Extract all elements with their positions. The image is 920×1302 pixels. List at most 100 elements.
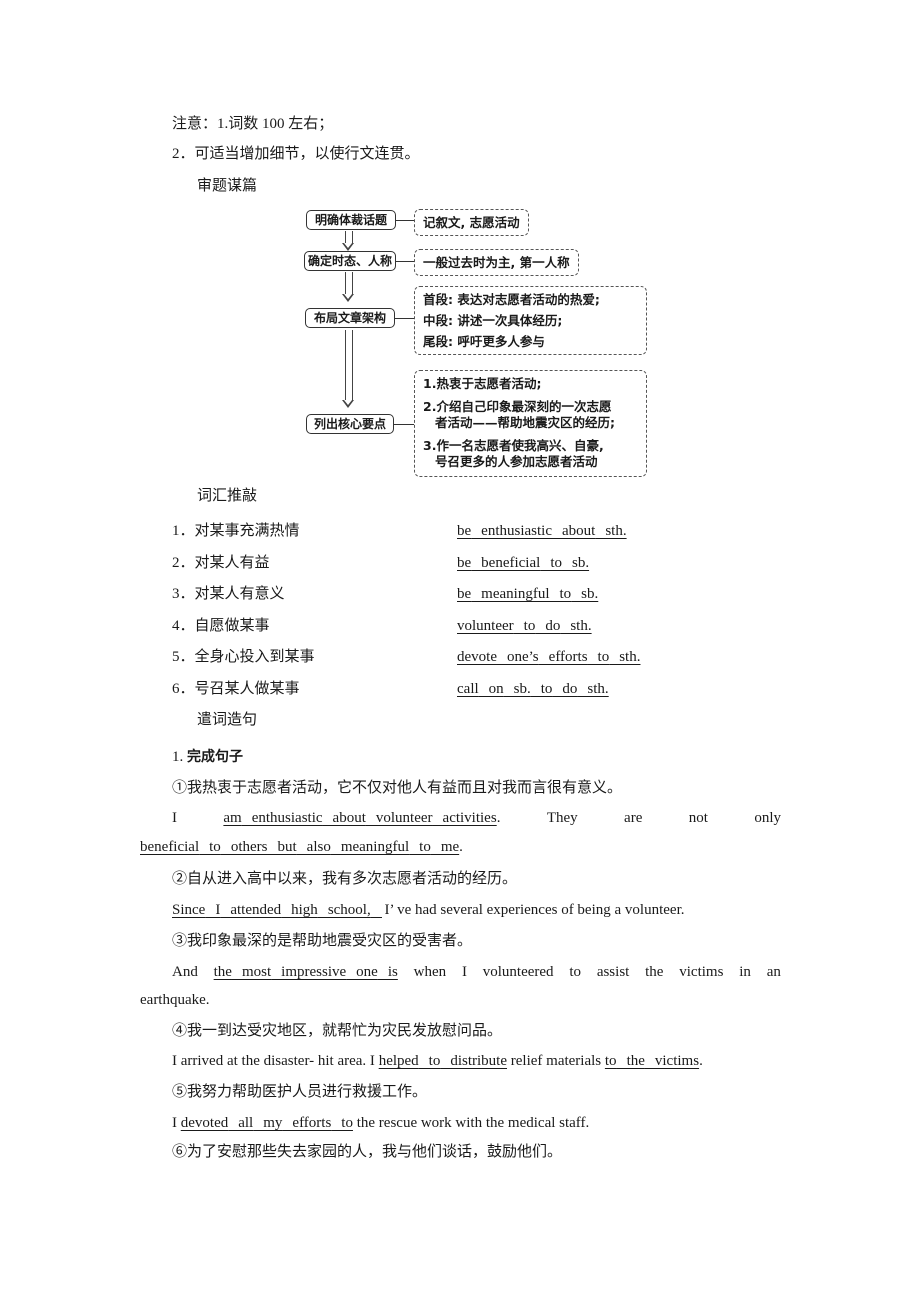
arrowhead-icon: [342, 243, 354, 251]
answer-word: others: [230, 839, 268, 855]
section-heading-review: 审题谋篇: [197, 178, 258, 194]
answer-word: to: [209, 839, 221, 855]
answer-word: sth.: [587, 681, 609, 697]
vocab-chinese: 对某人有意义: [194, 586, 285, 602]
answer-word: one: [356, 964, 378, 980]
answer-word: to: [559, 586, 572, 602]
blank-gap: [588, 647, 598, 667]
connector-line: [396, 220, 414, 221]
answer-blank-2[interactable]: beneficial to others but also meaningful…: [140, 839, 459, 855]
sentence-4-english: I arrived at the disaster- hit area. I h…: [172, 1053, 703, 1069]
vocab-chinese: 对某人有益: [194, 555, 270, 571]
note-coherence: 2．可适当增加细节，以使行文连贯。: [172, 146, 420, 162]
blank-gap: [645, 1051, 655, 1071]
blank-gap: [479, 679, 489, 699]
vocab-cn: 3．对某人有意义: [172, 584, 285, 604]
answer-word: helped: [378, 1053, 419, 1069]
vocab-answer[interactable]: volunteer to do sth.: [457, 616, 592, 636]
text-fragment: I: [172, 810, 177, 826]
text-fragment: in: [739, 964, 751, 980]
answer-word: is: [387, 964, 398, 980]
answer-word: do: [545, 618, 561, 634]
detail-line: 一般过去时为主, 第一人称: [423, 255, 570, 270]
blank-gap: [504, 679, 514, 699]
vocab-number: 4．: [172, 618, 195, 634]
flowchart-detail-tense: 一般过去时为主, 第一人称: [414, 249, 579, 276]
blank-gap: [471, 521, 481, 541]
detail-line: 3.作一名志愿者使我高兴、自豪,: [423, 437, 604, 453]
answer-word: the: [626, 1053, 645, 1069]
answer-word: am: [223, 810, 242, 826]
answer-word: be: [457, 555, 472, 571]
arrowhead-icon: [342, 400, 354, 408]
exercise-title-text: 完成句子: [187, 749, 243, 765]
vocab-cn: 1．对某事充满热情: [172, 521, 300, 541]
text-fragment: the: [645, 964, 664, 980]
sentence-4-chinese: ④我一到达受灾地区，就帮忙为灾民发放慰问品。: [172, 1023, 503, 1039]
answer-word: volunteer: [457, 618, 514, 634]
text-fragment: And: [172, 964, 198, 980]
sentence-1-english-line1: I am enthusiastic about volunteer activi…: [172, 808, 781, 828]
vocab-answer[interactable]: call on sb. to do sth.: [457, 679, 609, 699]
blank-gap: [282, 1113, 292, 1133]
answer-blank[interactable]: Since I attended high school,: [172, 902, 381, 918]
answer-blank[interactable]: devoted all my efforts to: [181, 1115, 353, 1131]
sentence-5-english: I devoted all my efforts to the rescue w…: [172, 1113, 589, 1133]
note-word-count: 注意：1.词数 100 左右；: [172, 116, 334, 132]
text-fragment: I’ ve had several experiences of being a…: [384, 902, 685, 918]
answer-blank-2[interactable]: to the victims: [605, 1053, 699, 1069]
answer-word: to: [419, 839, 431, 855]
blank-gap: [267, 837, 277, 857]
answer-word: sb.: [513, 681, 531, 697]
answer-blank[interactable]: the most impressive one is: [214, 962, 398, 982]
answer-word: on: [488, 681, 504, 697]
vocab-answer[interactable]: devote one’s efforts to sth.: [457, 647, 640, 667]
answer-word: be: [457, 586, 472, 602]
vocab-answer[interactable]: be enthusiastic about sth.: [457, 521, 627, 541]
answer-word: to: [604, 1053, 617, 1069]
blank-gap: [281, 900, 291, 920]
detail-line: 记叙文, 志愿活动: [423, 215, 520, 230]
text-fragment: I: [172, 1115, 177, 1131]
detail-line: 1.热衷于志愿者活动;: [423, 376, 542, 391]
answer-word: distribute: [450, 1053, 508, 1069]
flowchart-detail-key-points: 1.热衷于志愿者活动; 2.介绍自己印象最深刻的一次志愿 者活动——帮助地震灾区…: [414, 370, 647, 477]
blank-gap: [253, 1113, 263, 1133]
answer-blank-1[interactable]: helped to distribute: [379, 1053, 507, 1069]
blank-gap: [318, 900, 328, 920]
answer-word: to: [428, 1053, 441, 1069]
answer-word: high: [291, 902, 318, 918]
vocab-answer[interactable]: be beneficial to sb.: [457, 553, 589, 573]
vocab-chinese: 号召某人做某事: [194, 681, 300, 697]
vocab-number: 5．: [172, 649, 195, 665]
vocab-chinese: 对某事充满热情: [194, 523, 300, 539]
flowchart-step-structure: 布局文章架构: [305, 308, 395, 328]
sentence-3-english-line2: earthquake.: [140, 992, 210, 1008]
text-fragment: assist: [596, 964, 630, 980]
detail-line: 中段: 讲述一次具体经历;: [423, 313, 563, 328]
answer-word: impressive: [281, 964, 347, 980]
flowchart-step-key-points: 列出核心要点: [306, 414, 394, 434]
answer-blank-1[interactable]: am enthusiastic about volunteer activiti…: [223, 808, 500, 828]
sentence-3-english-line1: And the most impressive one is when I vo…: [172, 962, 781, 982]
flowchart-detail-structure: 首段: 表达对志愿者活动的热爱; 中段: 讲述一次具体经历; 尾段: 呼吁更多人…: [414, 286, 647, 355]
text-fragment: to: [569, 964, 582, 980]
blank-gap: [331, 1113, 341, 1133]
answer-word: to: [523, 618, 536, 634]
blank-gap: [297, 837, 307, 857]
blank-gap: [221, 837, 231, 857]
answer-word: enthusiastic: [481, 523, 552, 539]
blank-gap: [323, 808, 333, 828]
vocab-answer[interactable]: be meaningful to sb.: [457, 584, 598, 604]
blank-gap: [471, 553, 481, 573]
blank-gap: [595, 521, 605, 541]
sentence-2-chinese: ②自从进入高中以来，我有多次志愿者活动的经历。: [172, 871, 518, 887]
answer-word: devote: [457, 649, 497, 665]
flowchart-detail-genre: 记叙文, 志愿活动: [414, 209, 529, 236]
blank-gap: [531, 679, 541, 699]
blank-gap: [409, 837, 419, 857]
text-fragment: the rescue work with the medical staff.: [356, 1115, 590, 1131]
answer-word: efforts: [292, 1115, 332, 1131]
vocab-number: 1．: [172, 523, 195, 539]
answer-word: sb.: [581, 586, 599, 602]
